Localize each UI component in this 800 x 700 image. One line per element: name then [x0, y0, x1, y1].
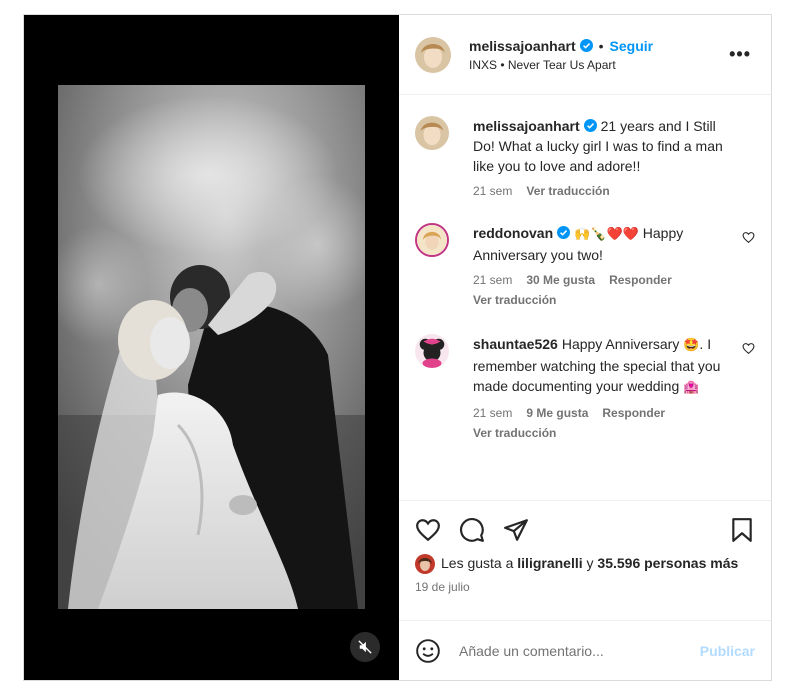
liker-avatar[interactable] [415, 554, 435, 574]
comment-icon[interactable] [459, 517, 485, 543]
post-container: melissajoanhart • Seguir INXS • Never Te… [23, 14, 772, 681]
author-avatar-image [415, 36, 451, 73]
comment-likes-count[interactable]: 30 Me gusta [526, 273, 595, 287]
caption-avatar-image [415, 116, 449, 150]
wedding-kiss-photo [58, 85, 365, 609]
smiley-icon[interactable] [415, 638, 441, 664]
heart-icon[interactable] [415, 517, 441, 543]
liker-username[interactable]: liligranelli [517, 555, 582, 571]
post-header: melissajoanhart • Seguir INXS • Never Te… [399, 15, 771, 95]
post-photo [58, 85, 365, 609]
likes-summary: Les gusta a liligranelli y 35.596 person… [415, 554, 755, 574]
header-separator: • [598, 37, 604, 54]
publish-button[interactable]: Publicar [700, 643, 755, 659]
caption-username[interactable]: melissajoanhart [473, 118, 580, 134]
more-options-button[interactable]: ••• [729, 45, 751, 63]
comment-avatar[interactable] [415, 223, 449, 257]
header-text: melissajoanhart • Seguir INXS • Never Te… [469, 38, 653, 72]
comment-time[interactable]: 21 sem [473, 406, 512, 420]
actions-section: Les gusta a liligranelli y 35.596 person… [399, 500, 771, 594]
verified-badge-icon [557, 226, 571, 239]
likes-others-link[interactable]: 35.596 personas más [597, 555, 738, 571]
liker-avatar-image [415, 554, 435, 574]
post-sidebar: melissajoanhart • Seguir INXS • Never Te… [399, 15, 771, 680]
comment-text-part1: Happy Anniversary [561, 336, 680, 352]
comment-reply-button[interactable]: Responder [602, 406, 665, 420]
caption-translate-link[interactable]: Ver traducción [526, 184, 609, 198]
follow-button[interactable]: Seguir [610, 38, 654, 54]
comment-like-heart-icon[interactable] [742, 231, 755, 244]
audio-track[interactable]: INXS • Never Tear Us Apart [469, 58, 653, 72]
comment-likes-count[interactable]: 9 Me gusta [526, 406, 588, 420]
bookmark-icon[interactable] [729, 517, 755, 543]
media-panel[interactable] [24, 15, 399, 680]
paper-plane-icon[interactable] [503, 517, 529, 543]
author-avatar[interactable] [415, 36, 451, 73]
comment-item: reddonovan 🙌🍾❤️❤️ Happy Anniversary you t… [415, 223, 755, 307]
comment-translate-link[interactable]: Ver traducción [473, 293, 728, 307]
caption-avatar[interactable] [415, 116, 449, 150]
comment-avatar-image [415, 334, 449, 368]
comment-item: shauntae526 Happy Anniversary 🤩. I rememb… [415, 334, 755, 440]
muted-speaker-icon [358, 640, 372, 654]
mute-toggle-button[interactable] [350, 632, 380, 662]
comment-username[interactable]: shauntae526 [473, 336, 558, 352]
likes-prefix: Les gusta a [441, 555, 514, 571]
comment-emoji-star-eyes: 🤩 [683, 338, 700, 353]
comment-avatar[interactable] [415, 334, 449, 368]
comment-like-heart-icon[interactable] [742, 342, 755, 355]
comment-emoji-hotel: 🏩 [683, 380, 700, 395]
comment-time[interactable]: 21 sem [473, 273, 512, 287]
action-bar [415, 515, 755, 545]
likes-connector: y [586, 555, 594, 571]
comment-username[interactable]: reddonovan [473, 225, 553, 241]
comment-translate-link[interactable]: Ver traducción [473, 426, 728, 440]
caption-time[interactable]: 21 sem [473, 184, 512, 198]
caption: melissajoanhart 21 years and I Still Do! … [415, 116, 755, 198]
comment-reply-button[interactable]: Responder [609, 273, 672, 287]
author-username[interactable]: melissajoanhart [469, 38, 576, 54]
comment-emojis: 🙌🍾❤️❤️ [574, 227, 639, 242]
comment-composer: Publicar [399, 620, 771, 680]
verified-badge-icon [583, 119, 597, 132]
post-date[interactable]: 19 de julio [415, 580, 755, 594]
comment-avatar-image [417, 225, 447, 255]
comment-input[interactable] [459, 642, 700, 659]
verified-badge-icon [579, 39, 593, 52]
